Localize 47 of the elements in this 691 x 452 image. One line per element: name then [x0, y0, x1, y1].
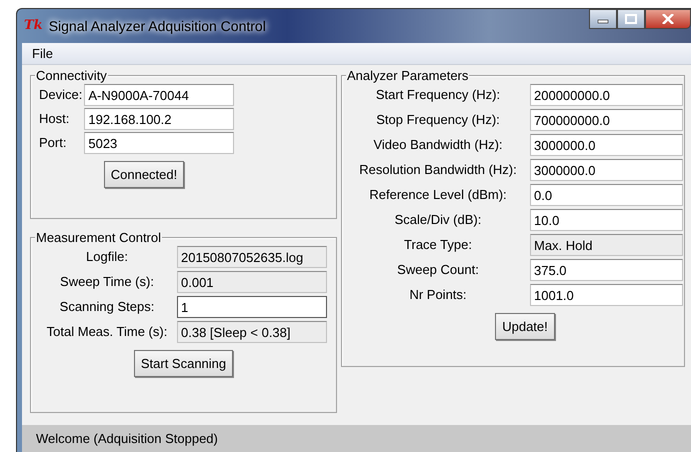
input-field[interactable]: 0.0: [530, 184, 683, 206]
field-label: Stop Frequency (Hz):: [375, 111, 501, 130]
maximize-icon: [625, 14, 637, 24]
input-field[interactable]: 700000000.0: [530, 109, 683, 131]
input-field[interactable]: A-N9000A-70044: [84, 84, 234, 106]
input-field[interactable]: 1: [177, 296, 327, 318]
field-label: Total Meas. Time (s):: [46, 323, 168, 342]
field-label: Logfile:: [85, 248, 129, 266]
close-button[interactable]: [645, 9, 691, 29]
field-label: Scale/Div (dB):: [394, 211, 482, 230]
field-label: Resolution Bandwidth (Hz):: [358, 161, 518, 180]
field-label: Scanning Steps:: [58, 298, 156, 316]
input-field[interactable]: 3000000.0: [530, 159, 683, 181]
input-field[interactable]: Max. Hold: [530, 234, 683, 256]
field-label: Reference Level (dBm):: [368, 186, 508, 204]
frame-title: Measurement Control: [35, 231, 162, 244]
start-scanning-button[interactable]: Start Scanning: [134, 350, 234, 377]
input-field[interactable]: 0.001: [177, 271, 327, 293]
field-label: Sweep Time (s):: [59, 273, 155, 292]
field-label: Port:: [39, 134, 68, 152]
field-label: Video Bandwidth (Hz):: [372, 136, 504, 154]
input-field[interactable]: 0.38 [Sleep < 0.38]: [177, 321, 327, 343]
field-label: Nr Points:: [408, 286, 468, 304]
input-field[interactable]: 3000000.0: [530, 134, 683, 156]
input-field[interactable]: 5023: [84, 132, 234, 154]
field-label: Start Frequency (Hz):: [374, 86, 502, 104]
input-field[interactable]: 10.0: [530, 209, 683, 231]
field-label: Sweep Count:: [396, 261, 480, 280]
input-field[interactable]: 375.0: [530, 259, 683, 281]
status-bar: Welcome (Adquisition Stopped): [22, 425, 691, 452]
menu-item[interactable]: File: [30, 44, 55, 64]
frame-title: Connectivity: [35, 69, 108, 82]
connect-button[interactable]: Connected!: [104, 160, 184, 188]
app-icon: Tk: [24, 16, 43, 36]
minimize-button[interactable]: [589, 9, 617, 29]
input-field[interactable]: 192.168.100.2: [84, 108, 234, 130]
maximize-button[interactable]: [617, 9, 645, 29]
field-label: Host:: [39, 110, 70, 128]
close-icon: [662, 14, 674, 24]
input-field[interactable]: 20150807052635.log: [177, 246, 327, 268]
input-field[interactable]: 200000000.0: [530, 84, 683, 106]
input-field[interactable]: 1001.0: [530, 284, 683, 306]
update-button[interactable]: Update!: [495, 312, 555, 340]
field-label: Device:: [39, 86, 82, 104]
field-label: Trace Type:: [403, 236, 473, 254]
frame-title: Analyzer Parameters: [346, 69, 470, 82]
window-title: Signal Analyzer Adquisition Control: [48, 16, 266, 36]
